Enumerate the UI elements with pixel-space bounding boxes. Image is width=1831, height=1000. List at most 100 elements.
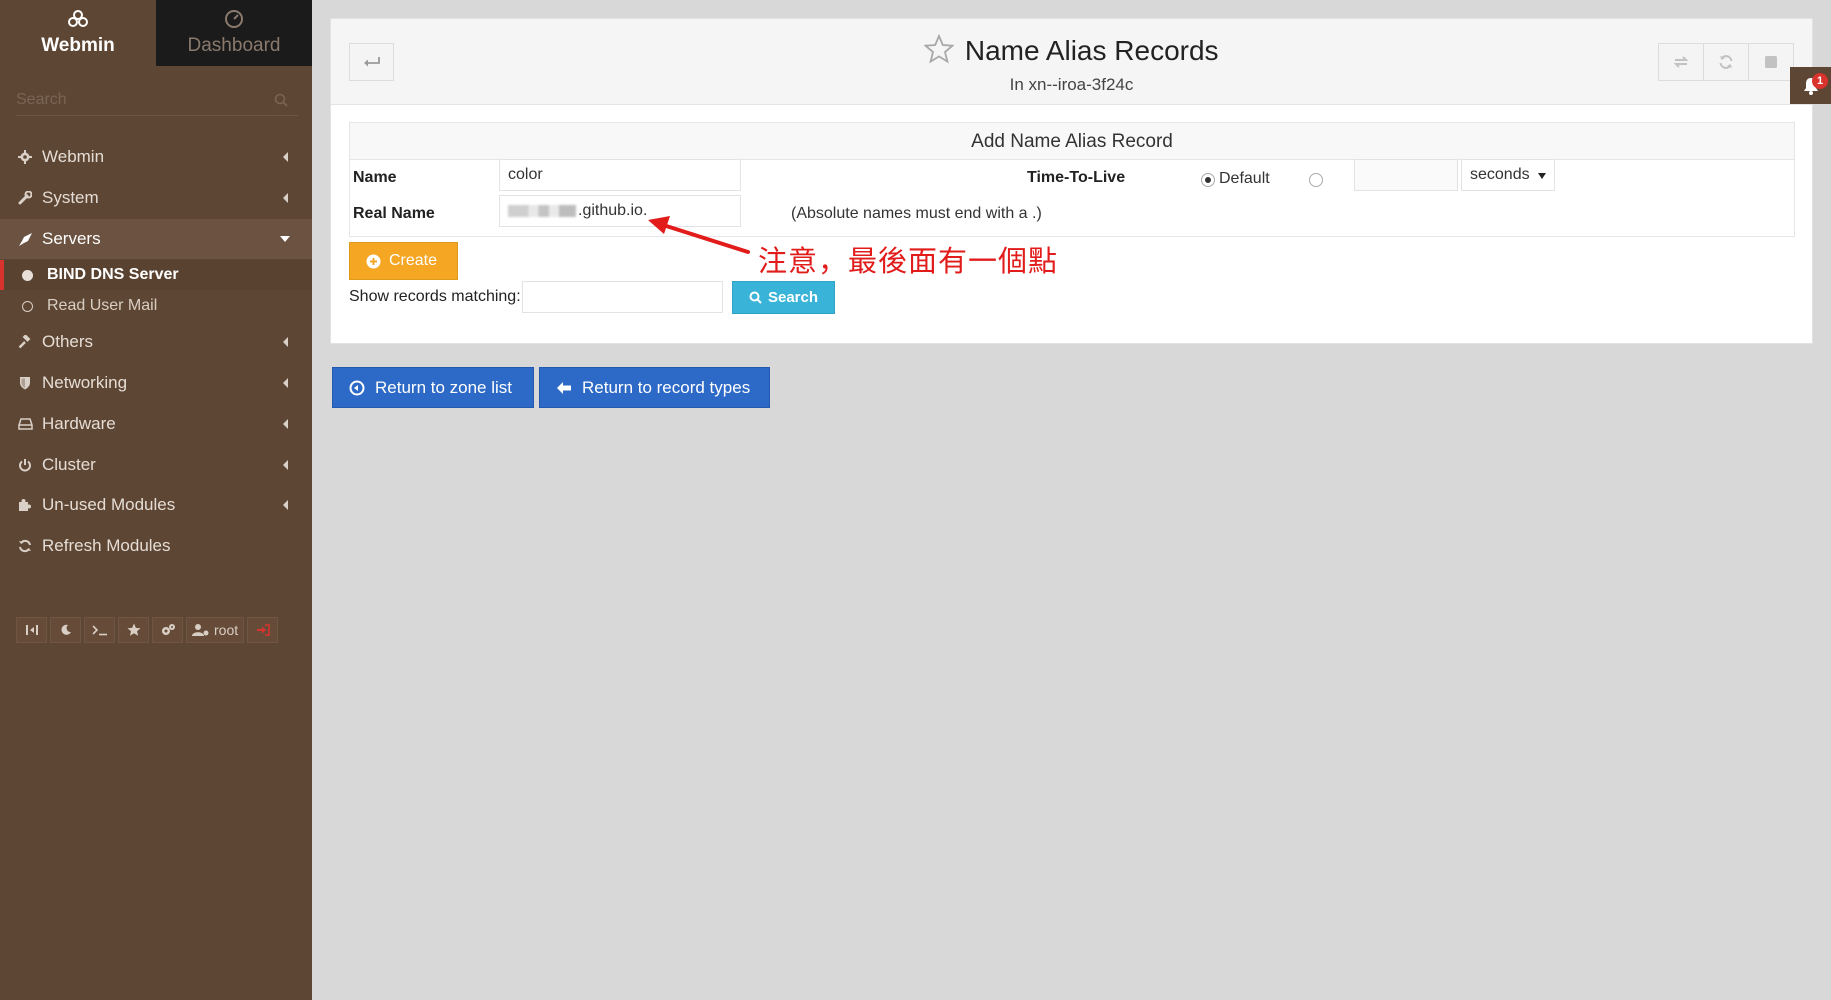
night-mode-button[interactable] — [50, 617, 81, 643]
form-heading: Add Name Alias Record — [350, 123, 1794, 160]
sidebar-item-label: Hardware — [42, 414, 116, 433]
hdd-icon — [17, 416, 33, 432]
sidebar-subitem-read-mail[interactable]: Read User Mail — [0, 291, 312, 321]
favorite-star-icon[interactable] — [924, 34, 955, 64]
sidebar-item-networking[interactable]: Networking — [0, 363, 312, 403]
caret-left-icon — [283, 500, 288, 510]
page-subtitle: In xn--iroa-3f24c — [1009, 75, 1134, 94]
tab-webmin-label: Webmin — [41, 35, 115, 56]
record-types-label: Return to record types — [582, 377, 751, 397]
sidebar-item-label: Un-used Modules — [42, 495, 176, 514]
refresh-icon — [17, 538, 33, 554]
power-icon — [17, 457, 33, 473]
header-actions — [1658, 43, 1794, 81]
return-to-record-types-button[interactable]: Return to record types — [539, 367, 770, 408]
sidebar-subitem-bind-dns[interactable]: BIND DNS Server — [0, 260, 312, 290]
ttl-unit-select[interactable]: seconds — [1461, 159, 1555, 191]
caret-left-icon — [283, 419, 288, 429]
search-button[interactable]: Search — [732, 281, 835, 314]
ttl-unit-value: seconds — [1470, 166, 1530, 183]
stop-icon — [1765, 56, 1777, 68]
rocket-icon — [17, 231, 33, 247]
caret-left-icon — [283, 193, 288, 203]
favorites-button[interactable] — [118, 617, 149, 643]
stop-button[interactable] — [1748, 43, 1794, 81]
ttl-default-radio[interactable] — [1201, 173, 1215, 187]
search-label: Search — [767, 289, 819, 306]
sidebar-bottom-toolbar: root — [16, 617, 279, 643]
gear-icon — [17, 149, 33, 165]
tab-webmin[interactable]: Webmin — [0, 0, 156, 66]
records-filter-input[interactable] — [522, 281, 723, 313]
swap-icon — [1673, 56, 1689, 68]
search-icon — [749, 291, 762, 304]
active-indicator — [0, 260, 4, 290]
empty-circle-icon — [22, 300, 33, 312]
refresh-icon — [1719, 55, 1733, 69]
user-label: root — [214, 622, 239, 638]
sidebar-item-cluster[interactable]: Cluster — [0, 445, 312, 485]
ttl-default-label: Default — [1219, 170, 1270, 187]
sidebar-item-servers[interactable]: Servers — [0, 219, 312, 259]
sidebar-subitem-label: Read User Mail — [47, 297, 158, 314]
ttl-value-input[interactable] — [1354, 159, 1458, 191]
arrow-circle-left-icon — [349, 380, 365, 395]
tab-dashboard-label: Dashboard — [187, 35, 281, 56]
sidebar-item-label: Networking — [42, 373, 128, 392]
user-button[interactable]: root — [186, 617, 245, 643]
annotation-text: 注意，最後面有一個點 — [758, 244, 1059, 278]
sidebar-item-webmin[interactable]: Webmin — [0, 137, 312, 177]
arrow-left-icon — [557, 381, 571, 394]
shield-icon — [17, 375, 33, 391]
sidebar-item-unused-modules[interactable]: Un-used Modules — [0, 485, 312, 525]
collapse-sidebar-button[interactable] — [16, 617, 47, 643]
sidebar: Webmin Dashboard Webmin System — [0, 0, 312, 1000]
return-to-zone-list-button[interactable]: Return to zone list — [332, 367, 534, 408]
logout-button[interactable] — [247, 617, 279, 643]
filled-circle-icon — [22, 269, 33, 281]
redacted-text — [508, 204, 576, 217]
sidebar-item-label: Servers — [42, 229, 101, 248]
wrench-icon — [17, 190, 33, 206]
theme-settings-button[interactable] — [152, 617, 183, 643]
realname-label: Real Name — [353, 205, 435, 222]
realname-hint: (Absolute names must end with a .) — [791, 205, 1042, 222]
collapse-icon — [25, 625, 38, 635]
caret-left-icon — [283, 152, 288, 162]
caret-down-icon — [280, 236, 290, 242]
search-icon — [274, 93, 288, 107]
dropdown-caret-icon — [1538, 173, 1546, 179]
sidebar-item-label: Others — [42, 332, 94, 351]
add-record-form: Add Name Alias Record Name color Real Na… — [349, 122, 1795, 237]
name-input[interactable]: color — [499, 159, 741, 191]
caret-left-icon — [283, 337, 288, 347]
main-panel: Name Alias Records In xn--iroa-3f24c Add… — [330, 18, 1813, 344]
sidebar-top-tabs: Webmin Dashboard — [0, 0, 312, 66]
module-config-button[interactable] — [1658, 43, 1704, 81]
sidebar-search — [16, 86, 298, 116]
sidebar-item-others[interactable]: Others — [0, 322, 312, 362]
notifications-button[interactable]: 1 — [1790, 67, 1831, 104]
webmin-logo-icon — [68, 10, 88, 27]
terminal-button[interactable] — [84, 617, 115, 643]
tab-dashboard[interactable]: Dashboard — [156, 0, 312, 66]
create-label: Create — [389, 252, 438, 269]
realname-value: .github.io. — [578, 202, 648, 219]
ttl-custom-radio[interactable] — [1309, 173, 1323, 187]
caret-left-icon — [283, 378, 288, 388]
sidebar-item-system[interactable]: System — [0, 178, 312, 218]
create-button[interactable]: Create — [349, 242, 458, 280]
notification-count-badge: 1 — [1812, 73, 1828, 89]
sidebar-item-label: Cluster — [42, 455, 96, 474]
user-cog-icon — [192, 624, 209, 636]
panel-header: Name Alias Records In xn--iroa-3f24c — [331, 19, 1812, 105]
sidebar-item-refresh-modules[interactable]: Refresh Modules — [0, 526, 312, 566]
gears-icon — [161, 624, 175, 635]
caret-left-icon — [283, 460, 288, 470]
sidebar-search-input[interactable] — [16, 86, 298, 114]
title-wrap: Name Alias Records — [331, 34, 1812, 67]
reload-button[interactable] — [1703, 43, 1749, 81]
sidebar-item-hardware[interactable]: Hardware — [0, 404, 312, 444]
moon-icon — [61, 624, 71, 635]
sidebar-subitem-label: BIND DNS Server — [47, 266, 179, 283]
